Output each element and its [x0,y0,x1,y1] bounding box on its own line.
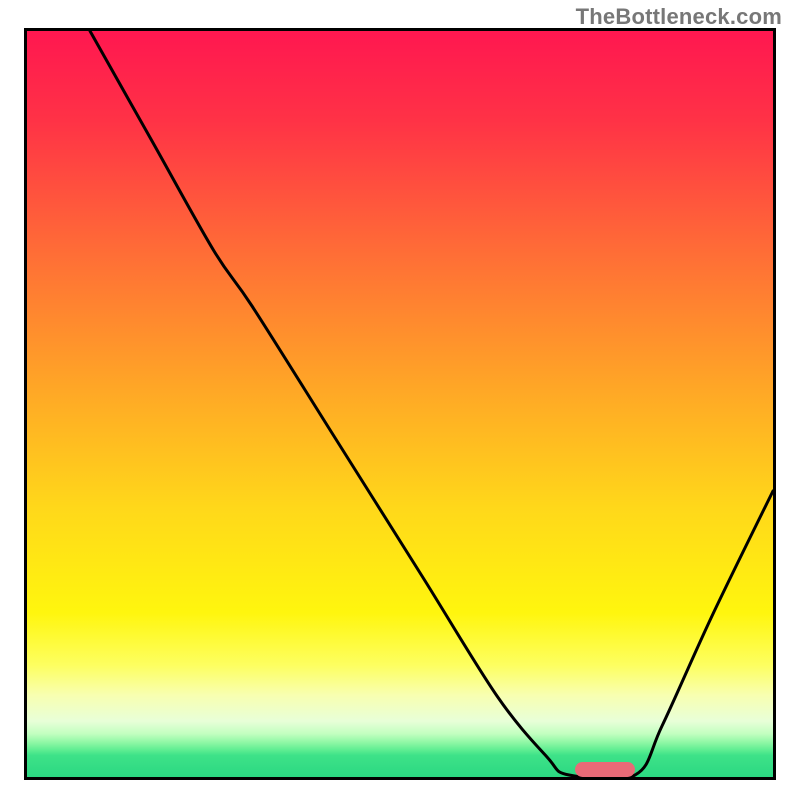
watermark-text: TheBottleneck.com [576,4,782,30]
bottleneck-curve [27,31,773,777]
bottleneck-curve-path [90,31,773,777]
chart-root: TheBottleneck.com [0,0,800,800]
optimum-marker [575,762,635,777]
plot-area [24,28,776,780]
